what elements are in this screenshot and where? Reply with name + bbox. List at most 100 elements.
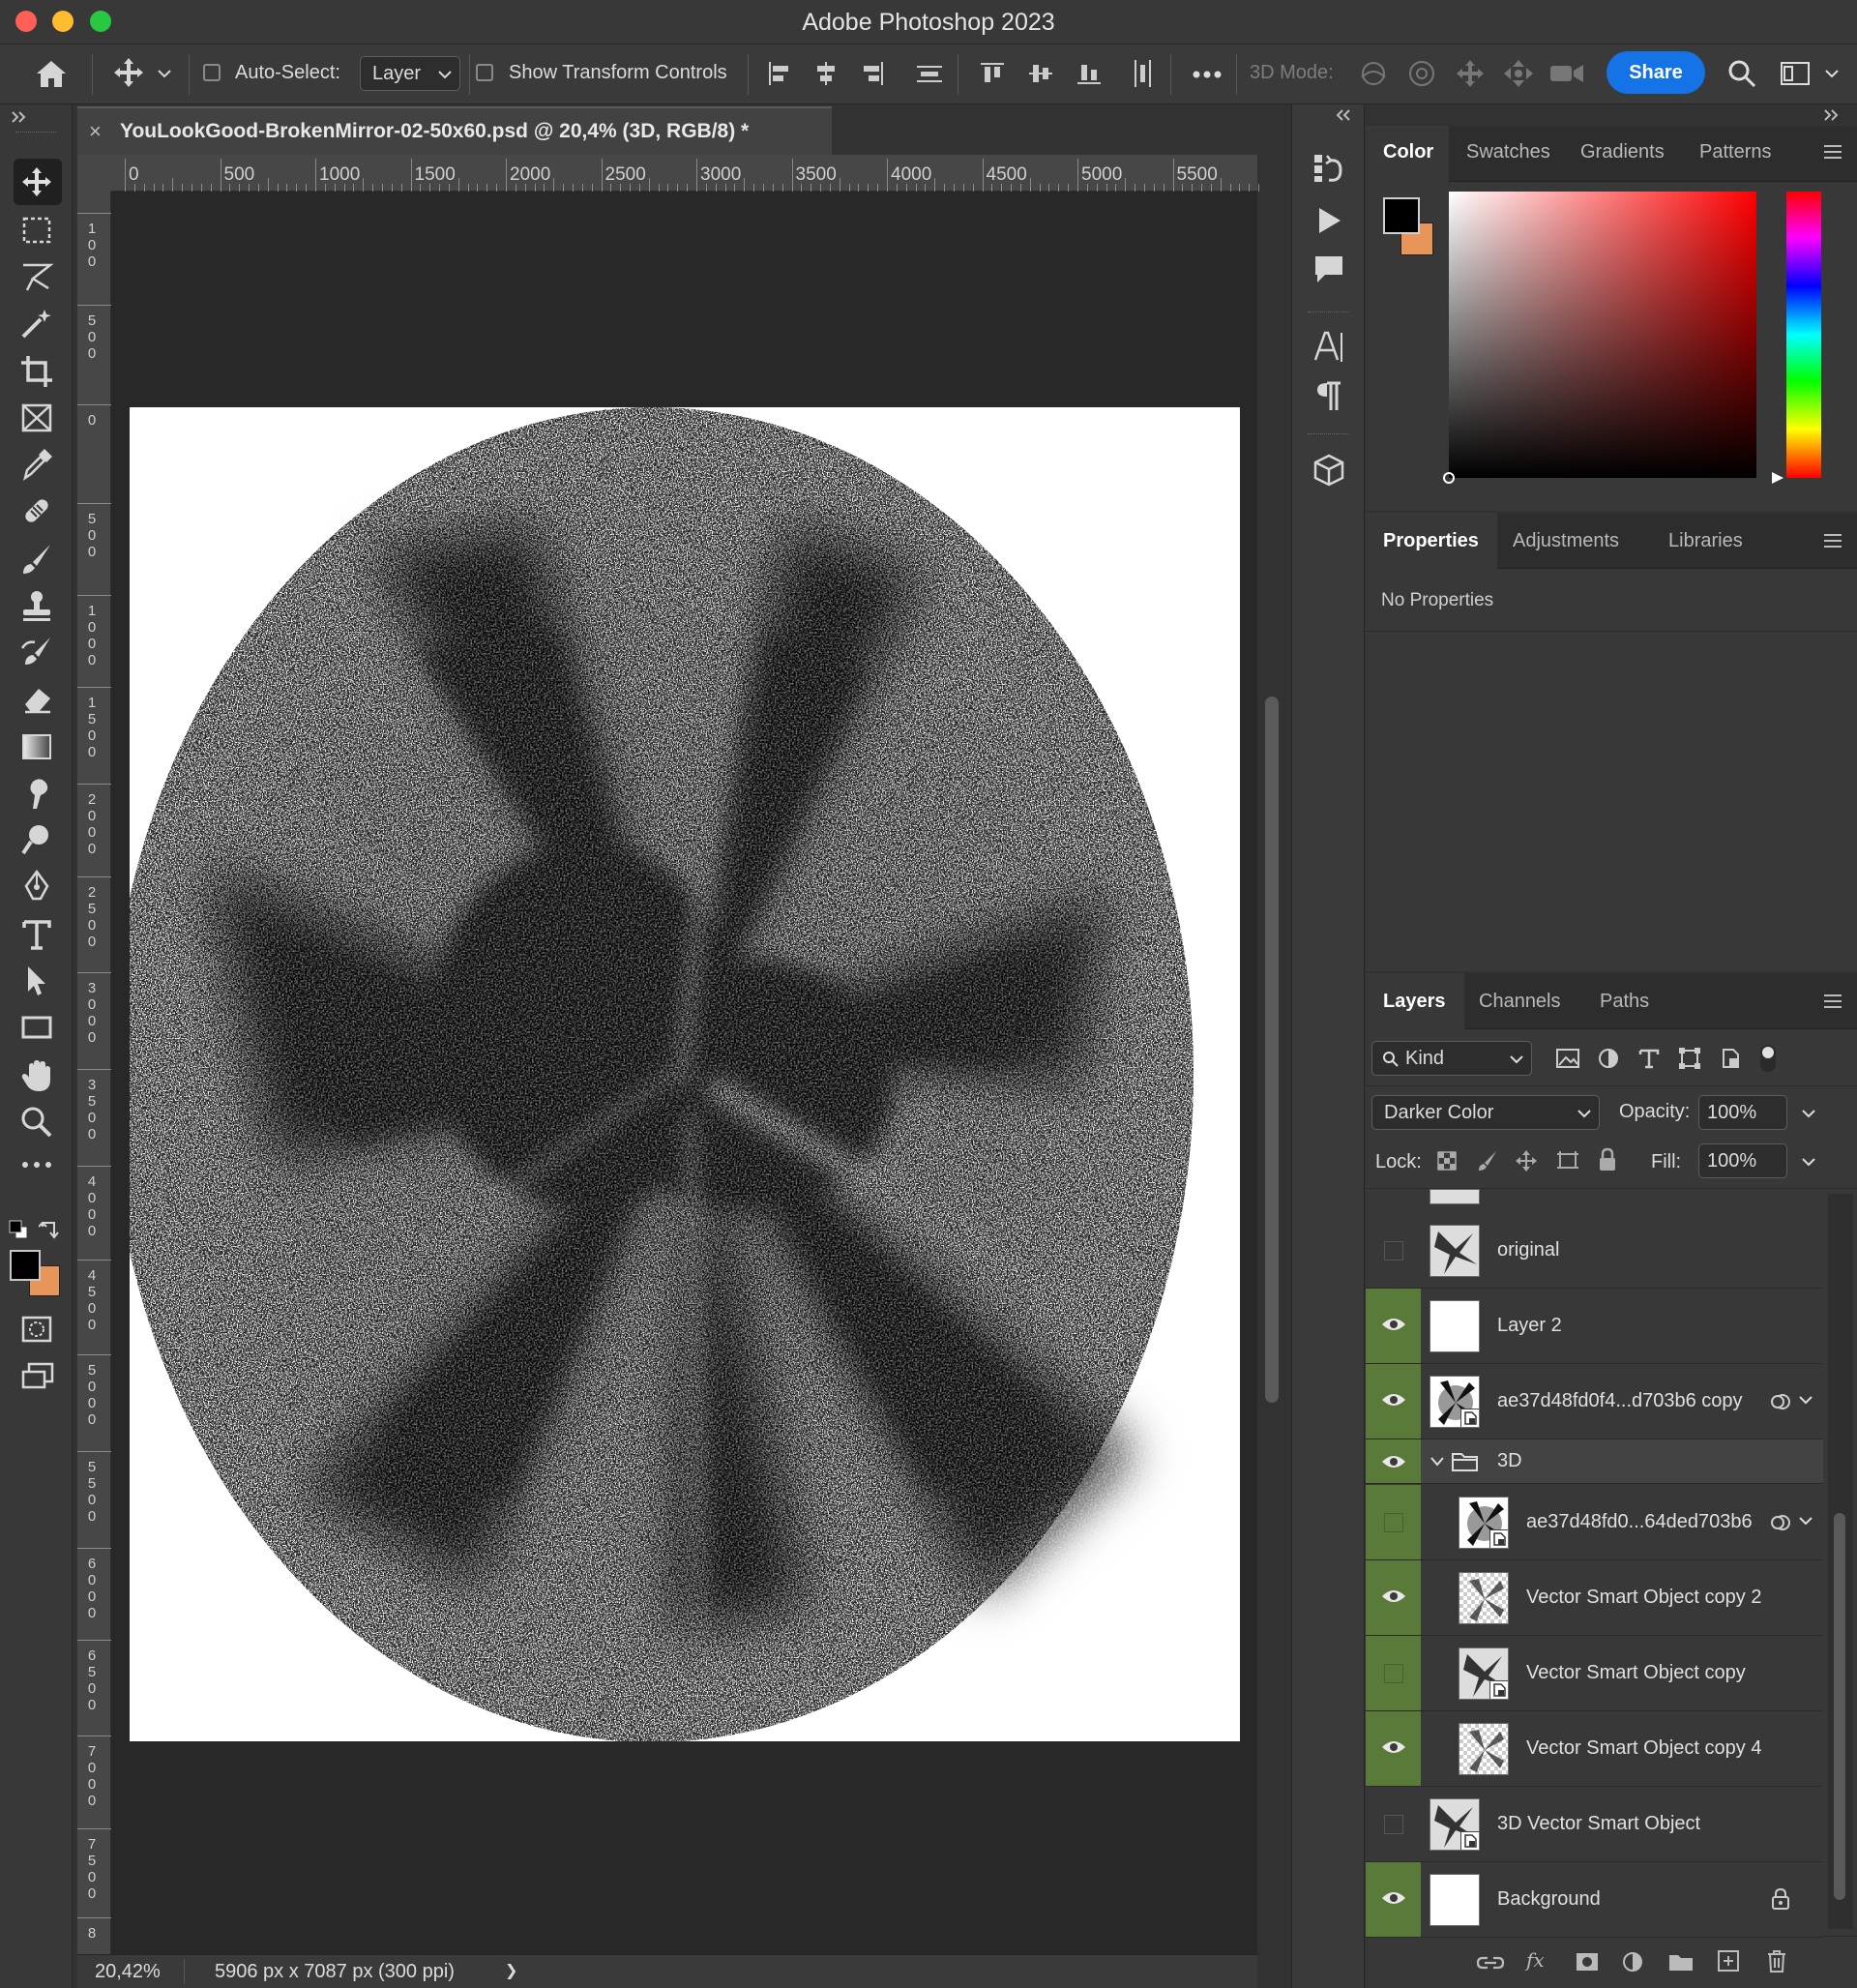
pen-tool-icon[interactable] [19, 869, 54, 904]
linked-smart-object-icon[interactable] [1770, 1391, 1791, 1412]
move-tool-icon[interactable] [112, 56, 145, 89]
layer-name[interactable]: ae37d48fd0f4...d703b6 copy [1497, 1390, 1743, 1412]
saturation-brightness-field[interactable] [1443, 192, 1756, 484]
visibility-toggle[interactable] [1366, 1439, 1421, 1483]
layer-thumbnail[interactable] [1430, 1300, 1480, 1352]
opacity-input[interactable]: 100% [1698, 1095, 1815, 1130]
search-icon[interactable] [1726, 58, 1757, 89]
layers-scroll-thumb[interactable] [1834, 1513, 1845, 1900]
layer-thumbnail[interactable] [1430, 1376, 1480, 1428]
layer-row[interactable]: ae37d48fd0f4...d703b6 copy [1366, 1364, 1823, 1439]
layer-thumbnail[interactable] [1459, 1647, 1509, 1700]
3d-roll-icon[interactable] [1404, 58, 1439, 89]
layer-name[interactable]: Vector Smart Object copy 4 [1526, 1737, 1761, 1760]
tab-paths[interactable]: Paths [1600, 991, 1649, 1013]
layer-row[interactable]: Vector Smart Object copy 4 [1366, 1711, 1823, 1787]
smudge-tool-icon[interactable] [19, 776, 54, 811]
filter-smart-object-icon[interactable] [1718, 1047, 1743, 1070]
layer-row[interactable]: Vector Smart Object copy [1366, 1636, 1823, 1711]
panel-menu-icon[interactable] [1824, 534, 1842, 551]
document-tab[interactable]: × YouLookGood-BrokenMirror-02-50x60.psd … [77, 106, 832, 155]
auto-select-target-dropdown[interactable]: Layer [360, 56, 460, 91]
visibility-toggle[interactable] [1366, 1560, 1421, 1635]
chevron-down-icon[interactable] [157, 68, 172, 79]
visibility-toggle[interactable] [1366, 1636, 1421, 1710]
align-left-icon[interactable] [766, 60, 793, 87]
vertical-ruler[interactable]: 1005000500100015002000250030003500400045… [77, 192, 111, 1954]
move-tool-icon[interactable] [19, 164, 54, 199]
frame-tool-icon[interactable] [19, 401, 54, 435]
filter-type-layers-icon[interactable] [1636, 1047, 1662, 1070]
lasso-tool-icon[interactable] [19, 259, 54, 294]
3d-pan-icon[interactable] [1453, 58, 1488, 89]
filter-shape-layers-icon[interactable] [1677, 1047, 1702, 1070]
3d-slide-icon[interactable] [1501, 58, 1536, 89]
layer-name[interactable]: 3D [1497, 1450, 1522, 1472]
healing-brush-tool-icon[interactable] [19, 493, 54, 528]
link-layers-icon[interactable] [1476, 1952, 1505, 1973]
layer-row[interactable]: 3D [1366, 1439, 1823, 1484]
quick-mask-icon[interactable] [21, 1316, 52, 1343]
chevron-down-icon[interactable] [1799, 1516, 1813, 1526]
layer-style-icon[interactable]: fx [1526, 1948, 1545, 1972]
layer-thumbnail[interactable] [1430, 1798, 1480, 1851]
layer-name[interactable]: Background [1497, 1888, 1601, 1911]
layer-name[interactable]: ae37d48fd0...64ded703b6 [1526, 1511, 1753, 1533]
screen-mode-icon[interactable] [21, 1362, 54, 1391]
hue-slider-handle-icon[interactable] [1770, 470, 1785, 486]
default-colors-icon[interactable] [8, 1219, 29, 1240]
chevron-down-icon[interactable] [1430, 1455, 1445, 1469]
tab-patterns[interactable]: Patterns [1699, 141, 1771, 163]
path-selection-tool-icon[interactable] [19, 964, 54, 998]
more-options-icon[interactable] [1192, 70, 1223, 79]
add-mask-icon[interactable] [1575, 1950, 1600, 1973]
layer-thumbnail[interactable] [1459, 1723, 1509, 1775]
expand-panels-icon[interactable] [1822, 108, 1842, 122]
visibility-toggle[interactable] [1366, 1485, 1421, 1559]
filter-toggle-icon[interactable] [1756, 1043, 1780, 1074]
layer-filter-dropdown[interactable]: Kind [1371, 1041, 1532, 1076]
vertical-scrollbar[interactable] [1265, 697, 1279, 1403]
layer-name[interactable]: Vector Smart Object copy 2 [1526, 1587, 1761, 1609]
blend-mode-dropdown[interactable]: Darker Color [1371, 1095, 1600, 1130]
layer-thumbnail[interactable] [1459, 1572, 1509, 1624]
visibility-toggle[interactable] [1366, 1711, 1421, 1786]
tab-color[interactable]: Color [1383, 141, 1433, 163]
color-picker-handle[interactable] [1443, 472, 1455, 484]
3d-camera-icon[interactable] [1548, 60, 1586, 87]
chevron-down-icon[interactable] [1802, 1109, 1815, 1118]
rectangle-tool-icon[interactable] [19, 1010, 54, 1045]
tab-properties[interactable]: Properties [1383, 530, 1479, 552]
tab-channels[interactable]: Channels [1479, 991, 1561, 1013]
layer-name[interactable]: Layer 2 [1497, 1315, 1562, 1337]
foreground-color-swatch[interactable] [10, 1250, 41, 1281]
lock-transparent-pixels-icon[interactable] [1435, 1149, 1459, 1172]
comments-panel-icon[interactable] [1312, 252, 1346, 286]
layer-row[interactable]: Vector Smart Object copy 2 [1366, 1560, 1823, 1636]
workspace-icon[interactable] [1780, 60, 1811, 87]
document-canvas[interactable] [130, 407, 1240, 1741]
edit-toolbar-icon[interactable] [19, 1159, 54, 1171]
expand-panel-icon[interactable] [10, 110, 29, 124]
layer-thumbnail[interactable] [1459, 1497, 1509, 1549]
panel-menu-icon[interactable] [1824, 145, 1842, 163]
new-group-icon[interactable] [1667, 1950, 1695, 1973]
visibility-toggle[interactable] [1366, 1289, 1421, 1363]
layer-row[interactable]: Layer 2 [1366, 1289, 1823, 1364]
tab-adjustments[interactable]: Adjustments [1513, 530, 1619, 552]
dodge-tool-icon[interactable] [19, 822, 54, 857]
3d-panel-icon[interactable] [1312, 453, 1346, 488]
distribute-horizontal-icon[interactable] [915, 60, 944, 87]
clone-stamp-tool-icon[interactable] [19, 588, 54, 623]
tab-gradients[interactable]: Gradients [1580, 141, 1665, 163]
color-panel-foreground-swatch[interactable] [1383, 197, 1420, 234]
document-size-info[interactable]: 5906 px x 7087 px (300 ppi) [215, 1961, 455, 1983]
eyedropper-tool-icon[interactable] [19, 447, 54, 482]
delete-layer-icon[interactable] [1764, 1948, 1789, 1973]
show-transform-checkbox[interactable] [476, 64, 493, 81]
actions-panel-icon[interactable] [1312, 203, 1346, 238]
lock-artboard-icon[interactable] [1555, 1149, 1580, 1172]
crop-tool-icon[interactable] [19, 354, 54, 389]
brush-tool-icon[interactable] [19, 542, 54, 577]
fill-input[interactable]: 100% [1698, 1143, 1815, 1178]
